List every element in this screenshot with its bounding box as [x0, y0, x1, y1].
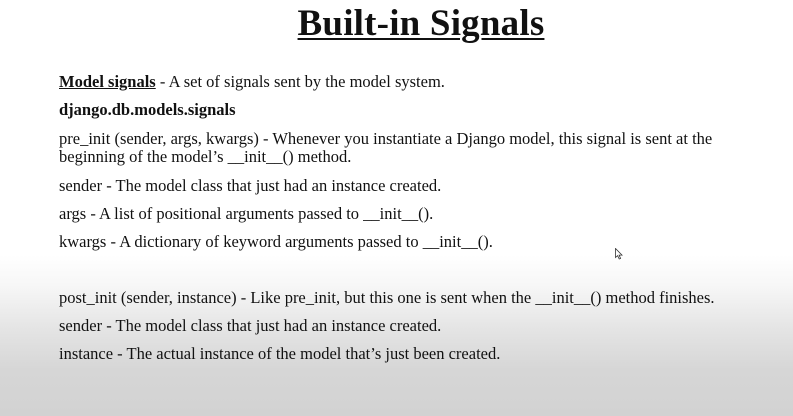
pre-init-signature: pre_init (sender, args, kwargs) - Whenev…	[59, 129, 713, 166]
pre-init-kwargs: kwargs - A dictionary of keyword argumen…	[59, 232, 493, 251]
slide: { "slide": { "title": "Built-in Signals"…	[0, 0, 793, 416]
model-signals-line: Model signals - A set of signals sent by…	[59, 73, 445, 91]
slide-title: Built-in Signals	[297, 3, 545, 44]
post-init-instance: instance - The actual instance of the mo…	[59, 344, 501, 363]
pre-init-sender: sender - The model class that just had a…	[59, 176, 442, 195]
mouse-pointer-icon	[615, 248, 623, 260]
post-init-sender: sender - The model class that just had a…	[59, 316, 442, 335]
model-signals-label: Model signals	[59, 72, 156, 91]
model-signals-description: - A set of signals sent by the model sys…	[155, 72, 445, 91]
post-init-signature: post_init (sender, instance) - Like pre_…	[59, 288, 715, 307]
pre-init-args: args - A list of positional arguments pa…	[59, 204, 434, 223]
module-path: django.db.models.signals	[59, 100, 236, 119]
